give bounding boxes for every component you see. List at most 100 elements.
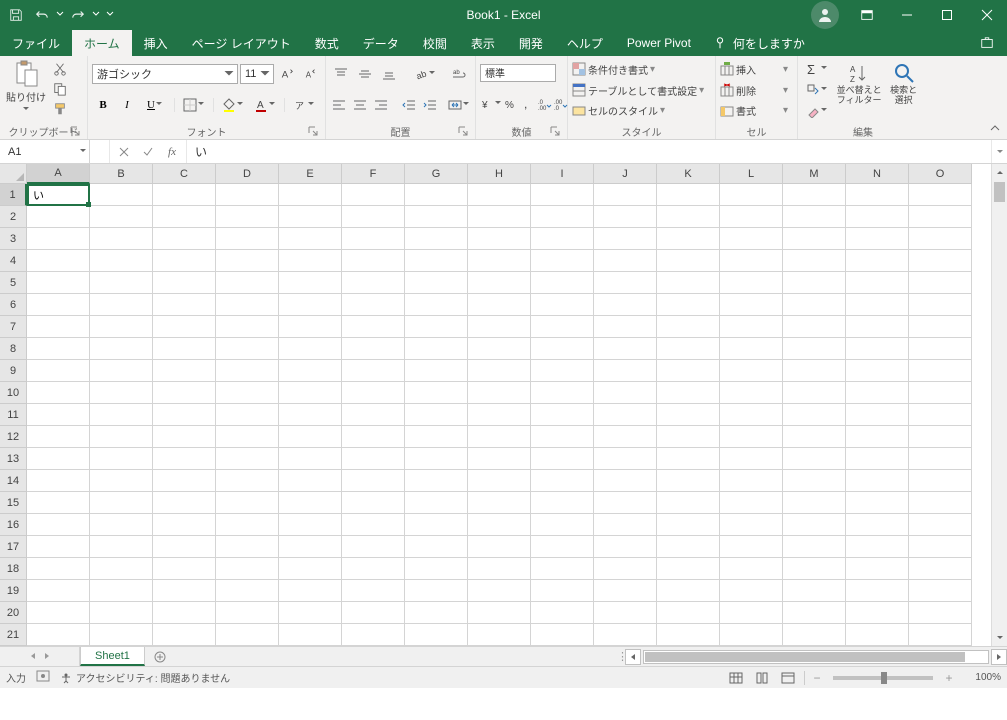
cell[interactable]	[846, 228, 909, 250]
cell[interactable]	[783, 272, 846, 294]
column-header-J[interactable]: J	[594, 164, 657, 184]
align-bottom-button[interactable]	[378, 63, 400, 85]
new-sheet-button[interactable]	[145, 647, 175, 666]
cell[interactable]	[909, 338, 972, 360]
cell[interactable]	[90, 514, 153, 536]
cell[interactable]	[405, 514, 468, 536]
cell[interactable]	[468, 272, 531, 294]
cell[interactable]	[531, 316, 594, 338]
cell[interactable]	[153, 382, 216, 404]
cell[interactable]	[342, 250, 405, 272]
insert-function-button[interactable]: fx	[162, 142, 182, 162]
zoom-in-button[interactable]: +	[943, 671, 955, 685]
cell[interactable]	[216, 316, 279, 338]
cell[interactable]	[216, 250, 279, 272]
cell[interactable]	[405, 602, 468, 624]
cell[interactable]	[783, 338, 846, 360]
cell[interactable]	[216, 272, 279, 294]
expand-formula-bar[interactable]	[991, 140, 1007, 163]
cell[interactable]	[279, 184, 342, 206]
cell[interactable]	[468, 448, 531, 470]
row-header-2[interactable]: 2	[0, 206, 27, 228]
cell[interactable]	[846, 602, 909, 624]
cell[interactable]	[594, 228, 657, 250]
cell[interactable]	[468, 338, 531, 360]
cell[interactable]	[342, 228, 405, 250]
merge-button[interactable]	[446, 94, 472, 116]
cell[interactable]	[657, 470, 720, 492]
tab-home[interactable]: ホーム	[72, 30, 132, 56]
cancel-edit-button[interactable]	[114, 142, 134, 162]
cell[interactable]	[405, 404, 468, 426]
undo-dropdown[interactable]	[56, 9, 64, 21]
scroll-left-button[interactable]	[625, 649, 641, 665]
cell[interactable]	[27, 360, 90, 382]
cell[interactable]	[342, 404, 405, 426]
cell[interactable]	[531, 184, 594, 206]
comma-button[interactable]: ,	[520, 93, 534, 115]
cell[interactable]	[216, 184, 279, 206]
cell[interactable]	[279, 404, 342, 426]
wrap-text-button[interactable]: ab	[448, 63, 470, 85]
cell[interactable]	[27, 470, 90, 492]
cell[interactable]	[405, 558, 468, 580]
cell[interactable]	[783, 382, 846, 404]
cell[interactable]	[531, 228, 594, 250]
cell[interactable]	[405, 338, 468, 360]
cell[interactable]	[342, 536, 405, 558]
cell[interactable]	[153, 448, 216, 470]
cell[interactable]	[531, 272, 594, 294]
cell[interactable]	[405, 360, 468, 382]
cell[interactable]	[531, 338, 594, 360]
cell[interactable]	[27, 404, 90, 426]
accessibility-status[interactable]: アクセシビリティ: 問題ありません	[60, 670, 230, 685]
cell[interactable]	[342, 316, 405, 338]
cell[interactable]	[531, 360, 594, 382]
cell[interactable]	[657, 404, 720, 426]
cell[interactable]	[846, 448, 909, 470]
cell[interactable]	[216, 558, 279, 580]
cell[interactable]	[90, 382, 153, 404]
font-name-combo[interactable]: 游ゴシック	[92, 64, 238, 84]
cell[interactable]	[90, 580, 153, 602]
cell[interactable]	[279, 536, 342, 558]
cell[interactable]	[90, 272, 153, 294]
cell[interactable]	[846, 470, 909, 492]
cell[interactable]	[720, 580, 783, 602]
active-cell[interactable]: い	[27, 184, 90, 206]
insert-cells-button[interactable]: 挿入 ▾	[720, 60, 788, 79]
cell[interactable]	[594, 272, 657, 294]
column-header-G[interactable]: G	[405, 164, 468, 184]
column-header-O[interactable]: O	[909, 164, 972, 184]
row-header-15[interactable]: 15	[0, 492, 27, 514]
cell[interactable]	[279, 206, 342, 228]
cell[interactable]	[783, 206, 846, 228]
cell[interactable]	[468, 624, 531, 646]
cell[interactable]	[783, 492, 846, 514]
cell[interactable]	[216, 624, 279, 646]
cell[interactable]	[342, 272, 405, 294]
cell[interactable]	[405, 624, 468, 646]
select-all-button[interactable]	[0, 164, 27, 184]
account-button[interactable]	[811, 1, 839, 29]
row-header-6[interactable]: 6	[0, 294, 27, 316]
cell[interactable]	[216, 338, 279, 360]
cell[interactable]	[468, 514, 531, 536]
fill-color-button[interactable]	[218, 94, 248, 116]
cell[interactable]	[27, 206, 90, 228]
cell[interactable]	[594, 338, 657, 360]
cell[interactable]	[153, 514, 216, 536]
cell[interactable]	[720, 250, 783, 272]
cell[interactable]	[846, 338, 909, 360]
cell[interactable]	[531, 294, 594, 316]
row-header-18[interactable]: 18	[0, 558, 27, 580]
cell[interactable]	[216, 206, 279, 228]
cell[interactable]	[153, 338, 216, 360]
cell[interactable]	[657, 382, 720, 404]
cell[interactable]	[405, 426, 468, 448]
cell[interactable]	[342, 514, 405, 536]
cell[interactable]	[846, 206, 909, 228]
cell[interactable]	[27, 272, 90, 294]
cell[interactable]	[468, 228, 531, 250]
cell-styles-button[interactable]: セルのスタイル ▾	[572, 101, 711, 120]
